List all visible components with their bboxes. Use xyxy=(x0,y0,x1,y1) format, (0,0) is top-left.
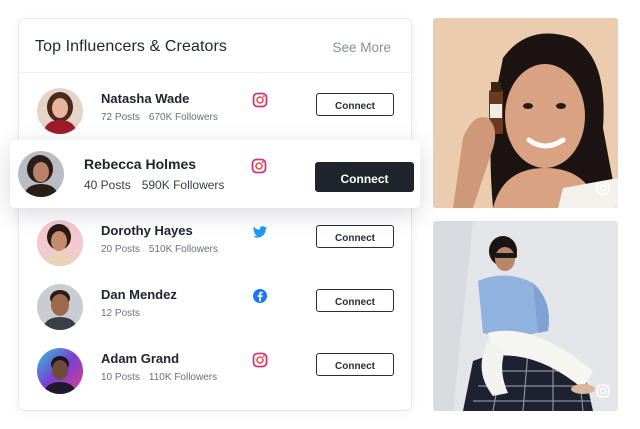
instagram-icon xyxy=(596,181,610,200)
post-count: 10 Posts xyxy=(101,372,140,383)
influencer-row: Dorothy Hayes 20 Posts 510K Followers Con… xyxy=(19,211,411,275)
instagram-icon xyxy=(252,92,268,108)
influencer-name: Dorothy Hayes xyxy=(101,223,193,238)
post-count: 12 Posts xyxy=(101,308,140,319)
avatar xyxy=(37,220,83,266)
post-count: 72 Posts xyxy=(101,112,140,123)
instagram-icon xyxy=(252,352,268,368)
avatar xyxy=(37,88,83,134)
follower-count: 110K Followers xyxy=(148,372,218,383)
influencer-stats: 10 Posts 110K Followers xyxy=(101,372,217,383)
avatar xyxy=(37,348,83,394)
influencer-stats: 72 Posts 670K Followers xyxy=(101,112,218,123)
influencers-card: Top Influencers & Creators See More Nata… xyxy=(18,18,412,411)
influencer-row: Natasha Wade 72 Posts 670K Followers Conn… xyxy=(19,79,411,143)
twitter-icon xyxy=(252,224,268,240)
influencer-name: Natasha Wade xyxy=(101,91,190,106)
influencer-row: Adam Grand 10 Posts 110K Followers Connec… xyxy=(19,339,411,403)
see-more-link[interactable]: See More xyxy=(332,40,391,55)
influencer-name: Adam Grand xyxy=(101,351,180,366)
influencer-stats: 20 Posts 510K Followers xyxy=(101,244,218,255)
avatar xyxy=(18,151,64,197)
influencer-photo[interactable] xyxy=(433,221,618,411)
follower-count: 510K Followers xyxy=(148,244,218,255)
connect-button[interactable]: Connect xyxy=(315,162,414,192)
follower-count: 590K Followers xyxy=(141,178,225,192)
facebook-icon xyxy=(252,288,268,304)
follower-count: 670K Followers xyxy=(148,112,218,123)
post-count: 40 Posts xyxy=(84,178,131,192)
influencer-name: Dan Mendez xyxy=(101,287,177,302)
card-title: Top Influencers & Creators xyxy=(35,38,228,55)
card-header: Top Influencers & Creators See More xyxy=(19,19,411,73)
influencer-stats: 40 Posts 590K Followers xyxy=(84,178,224,192)
instagram-icon xyxy=(251,158,267,174)
influencer-photo[interactable] xyxy=(433,18,618,208)
connect-button[interactable]: Connect xyxy=(316,353,394,376)
influencer-name: Rebecca Holmes xyxy=(84,156,197,172)
featured-influencer-row: Rebecca Holmes 40 Posts 590K Followers Co… xyxy=(10,140,420,208)
influencer-row: Dan Mendez 12 Posts Connect xyxy=(19,275,411,339)
connect-button[interactable]: Connect xyxy=(316,225,394,248)
post-count: 20 Posts xyxy=(101,244,140,255)
avatar xyxy=(37,284,83,330)
connect-button[interactable]: Connect xyxy=(316,289,394,312)
influencer-stats: 12 Posts xyxy=(101,308,140,319)
instagram-icon xyxy=(596,384,610,403)
connect-button[interactable]: Connect xyxy=(316,93,394,116)
